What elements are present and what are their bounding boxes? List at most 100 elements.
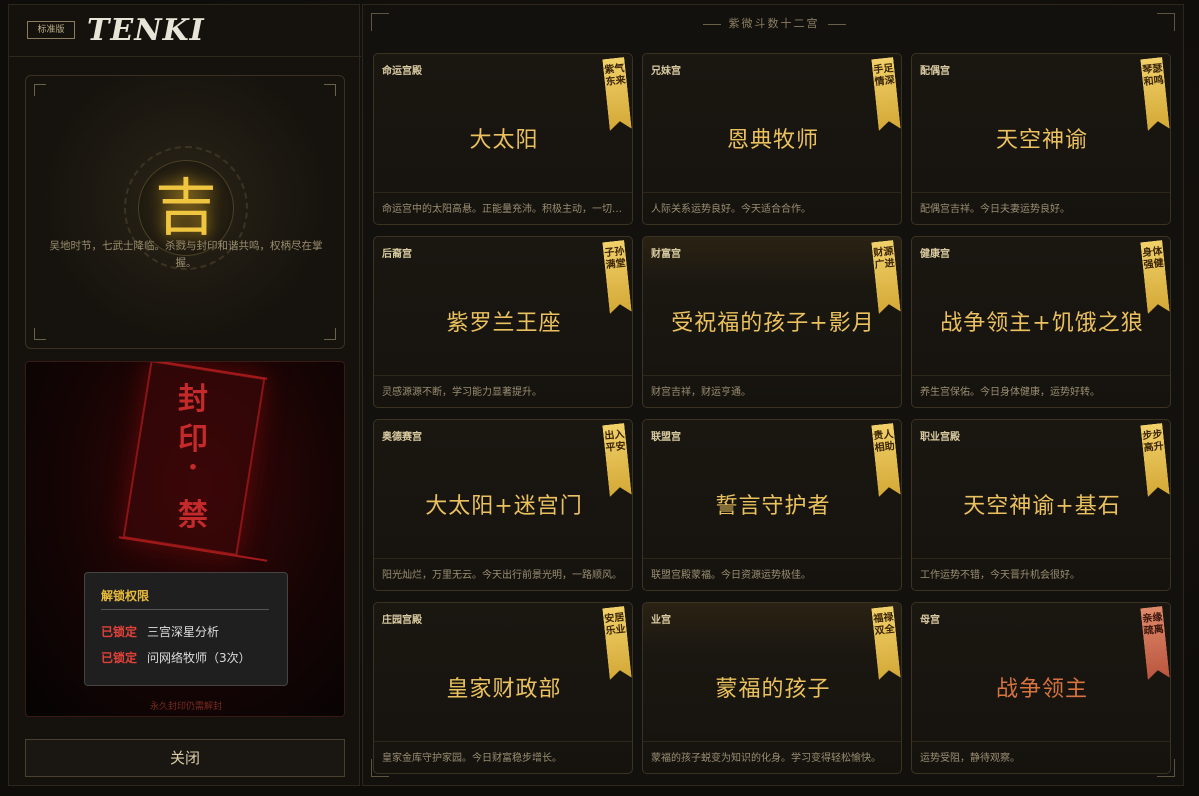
ribbon-badge: 琴瑟和鸣 xyxy=(1140,57,1169,131)
palace-card[interactable]: 后裔宫 子孙满堂 紫罗兰王座 灵感源源不断，学习能力显著提升。 xyxy=(373,236,633,408)
palace-description: 配偶宫吉祥。今日夫妻运势良好。 xyxy=(920,204,1070,215)
corner-ornament xyxy=(34,328,46,340)
palace-description: 运势受阻，静待观察。 xyxy=(920,753,1020,764)
app-window: 标准版 TENKI 吉 吴地时节，七武士降临。杀戮与封印和谐共鸣，权柄尽在掌握。… xyxy=(0,0,1199,796)
fortune-card: 吉 吴地时节，七武士降临。杀戮与封印和谐共鸣，权柄尽在掌握。 xyxy=(25,75,345,349)
palace-description: 工作运势不错，今天晋升机会很好。 xyxy=(920,570,1080,581)
palace-card[interactable]: 健康宫 身体强健 战争领主+饥饿之狼养生宫保佑。今日身体健康，运势好转。 xyxy=(911,236,1171,408)
divider xyxy=(101,609,269,610)
palace-description: 养生宫保佑。今日身体健康，运势好转。 xyxy=(920,387,1100,398)
corner-ornament xyxy=(34,84,46,96)
palace-description: 联盟宫殿蒙福。今日资源运势极佳。 xyxy=(651,570,811,581)
unlock-item[interactable]: 已锁定 问网络牧师（3次） xyxy=(101,649,251,666)
palace-description: 命运宫中的太阳高悬。正能量充沛。积极主动，一切顺遂。 xyxy=(382,204,626,215)
palace-description: 人际关系运势良好。今天适合合作。 xyxy=(651,204,811,215)
palace-label: 兄妹宫 xyxy=(651,66,681,77)
palace-label: 后裔宫 xyxy=(382,249,412,260)
palace-label: 联盟宫 xyxy=(651,432,681,443)
logo: TENKI xyxy=(87,13,205,48)
divider xyxy=(912,741,1170,742)
palace-label: 职业宫殿 xyxy=(920,432,960,443)
palace-card[interactable]: 财富宫 财源广进 受祝福的孩子+影月财宫吉祥，财运亨通。 xyxy=(642,236,902,408)
divider xyxy=(643,741,901,742)
corner-ornament xyxy=(324,84,336,96)
palace-label: 奥德赛宫 xyxy=(382,432,422,443)
ribbon-badge: 步步高升 xyxy=(1140,423,1169,497)
palace-card[interactable]: 职业宫殿 步步高升 天空神谕+基石工作运势不错，今天晋升机会很好。 xyxy=(911,419,1171,591)
divider xyxy=(912,375,1170,376)
palace-label: 财富宫 xyxy=(651,249,681,260)
palace-star-name: 受祝福的孩子+影月 xyxy=(671,311,875,336)
unlock-item-label: 三宫深星分析 xyxy=(147,625,220,639)
unlock-item[interactable]: 已锁定 三宫深星分析 xyxy=(101,623,219,640)
edition-tag: 标准版 xyxy=(27,21,75,39)
locked-status: 已锁定 xyxy=(101,625,138,639)
ribbon-badge: 手足情深 xyxy=(871,57,900,131)
ribbon-badge: 财源广进 xyxy=(871,240,900,314)
palace-label: 庄园宫殿 xyxy=(382,615,422,626)
divider xyxy=(374,375,632,376)
palace-card[interactable]: 庄园宫殿 安居乐业皇家财政部皇家金库守护家园。今日财富稳步增长。 xyxy=(373,602,633,774)
left-panel: 标准版 TENKI 吉 吴地时节，七武士降临。杀戮与封印和谐共鸣，权柄尽在掌握。… xyxy=(8,4,361,786)
ribbon-badge: 贵人相助 xyxy=(871,423,900,497)
palace-label: 命运宫殿 xyxy=(382,66,422,77)
palace-star-name: 战争领主 xyxy=(995,677,1088,702)
palace-description: 财宫吉祥，财运亨通。 xyxy=(651,387,751,398)
unlock-popup: 解锁权限 已锁定 三宫深星分析 已锁定 问网络牧师（3次） xyxy=(84,572,288,686)
palace-star-name: 战争领主+饥饿之狼 xyxy=(940,311,1144,336)
divider xyxy=(912,192,1170,193)
palace-card[interactable]: 业宫 福禄双全蒙福的孩子蒙福的孩子蜕变为知识的化身。学习变得轻松愉快。 xyxy=(642,602,902,774)
close-button[interactable]: 关闭 xyxy=(25,739,345,777)
palace-star-name: 蒙福的孩子 xyxy=(715,677,831,702)
fortune-text: 吴地时节，七武士降临。杀戮与封印和谐共鸣，权柄尽在掌握。 xyxy=(49,240,323,269)
divider xyxy=(374,192,632,193)
panel-title: 紫微斗数十二宫 xyxy=(363,15,1185,31)
unlock-title: 解锁权限 xyxy=(101,589,150,603)
palace-star-name: 大太阳 xyxy=(469,128,539,153)
palace-card[interactable]: 奥德赛宫 出入平安 大太阳+迷宫门阳光灿烂，万里无云。今天出行前景光明，一路顺风。 xyxy=(373,419,633,591)
ribbon-badge: 子孙满堂 xyxy=(602,240,631,314)
palace-description: 阳光灿烂，万里无云。今天出行前景光明，一路顺风。 xyxy=(382,570,622,581)
palace-card[interactable]: 母宫 亲缘疏离战争领主运势受阻，静待观察。 xyxy=(911,602,1171,774)
palace-card[interactable]: 联盟宫 贵人相助誓言守护者联盟宫殿蒙福。今日资源运势极佳。 xyxy=(642,419,902,591)
palace-panel: 紫微斗数十二宫 命运宫殿 紫气东来大太阳命运宫中的太阳高悬。正能量充沛。积极主动，… xyxy=(362,4,1184,786)
palace-star-name: 誓言守护者 xyxy=(715,494,831,519)
palace-label: 配偶宫 xyxy=(920,66,950,77)
seal-char: 禁 xyxy=(178,498,208,533)
divider xyxy=(643,375,901,376)
palace-card[interactable]: 兄妹宫 手足情深恩典牧师人际关系运势良好。今天适合合作。 xyxy=(642,53,902,225)
locked-status: 已锁定 xyxy=(101,651,138,665)
palace-star-name: 大太阳+迷宫门 xyxy=(425,494,583,519)
sealed-section: 封 印 · 禁 永久封印仍需解封 解锁权限 已锁定 三宫深星分析 已锁定 问网络牧师… xyxy=(25,361,345,717)
palace-label: 母宫 xyxy=(920,615,940,626)
palace-label: 健康宫 xyxy=(920,249,950,260)
ribbon-badge: 出入平安 xyxy=(602,423,631,497)
divider xyxy=(643,192,901,193)
ribbon-badge: 福禄双全 xyxy=(871,606,900,680)
palace-star-name: 恩典牧师 xyxy=(726,128,819,153)
palace-description: 皇家金库守护家园。今日财富稳步增长。 xyxy=(382,753,562,764)
palace-star-name: 皇家财政部 xyxy=(446,677,562,702)
palace-card[interactable]: 配偶宫 琴瑟和鸣天空神谕配偶宫吉祥。今日夫妻运势良好。 xyxy=(911,53,1171,225)
ribbon-badge: 安居乐业 xyxy=(602,606,631,680)
divider xyxy=(912,558,1170,559)
ribbon-badge: 紫气东来 xyxy=(602,57,631,131)
palace-star-name: 紫罗兰王座 xyxy=(446,311,562,336)
palace-label: 业宫 xyxy=(651,615,671,626)
panel-title-text: 紫微斗数十二宫 xyxy=(728,17,820,30)
divider xyxy=(374,558,632,559)
ribbon-badge: 亲缘疏离 xyxy=(1140,606,1169,680)
seal-char: 封 xyxy=(178,382,208,417)
palace-description: 蒙福的孩子蜕变为知识的化身。学习变得轻松愉快。 xyxy=(651,753,881,764)
unlock-item-label: 问网络牧师（3次） xyxy=(147,651,251,665)
seal-char: · xyxy=(187,450,199,485)
palace-grid: 命运宫殿 紫气东来大太阳命运宫中的太阳高悬。正能量充沛。积极主动，一切顺遂。 兄妹宫… xyxy=(373,53,1173,779)
divider xyxy=(643,558,901,559)
ribbon-badge: 身体强健 xyxy=(1140,240,1169,314)
palace-card[interactable]: 命运宫殿 紫气东来大太阳命运宫中的太阳高悬。正能量充沛。积极主动，一切顺遂。 xyxy=(373,53,633,225)
divider xyxy=(374,741,632,742)
palace-star-name: 天空神谕 xyxy=(995,128,1088,153)
palace-star-name: 天空神谕+基石 xyxy=(963,494,1121,519)
brand-header: 标准版 TENKI xyxy=(9,5,361,57)
corner-ornament xyxy=(324,328,336,340)
